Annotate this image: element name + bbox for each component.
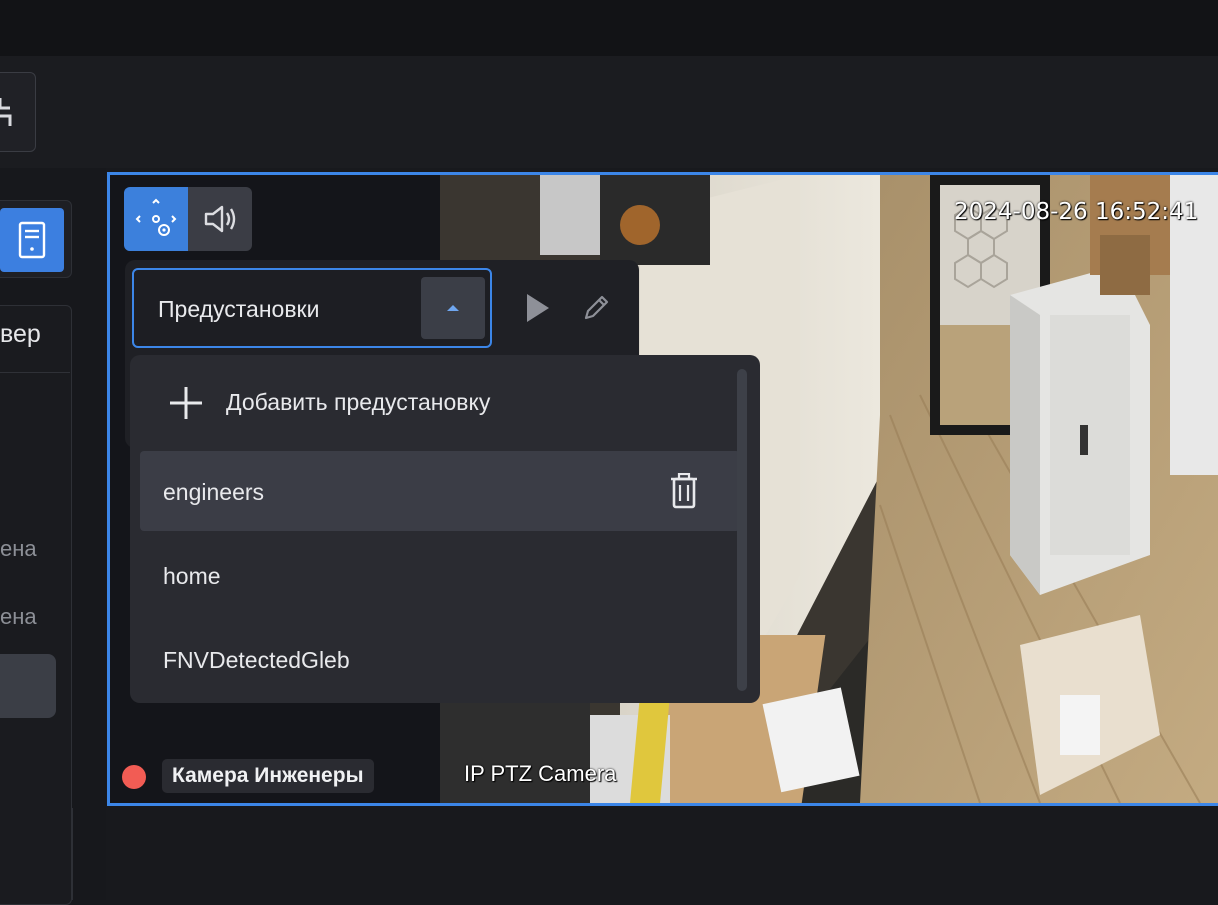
preset-select-label: Предустановки [158, 296, 320, 322]
preset-item[interactable]: FNVDetectedGleb [140, 619, 740, 699]
divider [0, 372, 70, 373]
pencil-icon [584, 295, 609, 320]
sidebar-item[interactable]: ена [0, 536, 37, 562]
chevron-up-icon [447, 305, 459, 311]
toolbar [0, 56, 1218, 168]
preset-item-label: home [163, 563, 221, 589]
delete-preset-button[interactable] [664, 471, 704, 511]
sidebar-item-selected[interactable] [0, 654, 56, 718]
preset-item[interactable]: engineers [140, 451, 740, 531]
video-timestamp: 2024-08-26 16:52:41 [954, 199, 1199, 225]
play-icon [527, 294, 549, 322]
sound-button[interactable] [188, 187, 252, 251]
preset-dropdown-menu: Добавить предустановку engineers home FN… [130, 355, 760, 703]
go-to-preset-button[interactable] [522, 289, 554, 327]
preset-select[interactable]: Предустановки [132, 268, 492, 348]
add-preset-label: Добавить предустановку [226, 389, 491, 415]
server-view-button[interactable] [0, 208, 64, 272]
video-camera-label: IP PTZ Camera [464, 761, 617, 786]
preset-item-label: FNVDetectedGleb [163, 647, 350, 673]
preset-item[interactable]: home [140, 535, 740, 615]
exit-fullscreen-button[interactable] [0, 72, 36, 152]
exit-fullscreen-icon [0, 98, 12, 126]
ptz-control-icon [135, 198, 177, 236]
preset-select-toggle[interactable] [421, 277, 485, 339]
edit-preset-button[interactable] [578, 289, 614, 327]
recording-indicator [122, 765, 146, 789]
add-preset-button[interactable]: Добавить предустановку [130, 355, 760, 451]
sidebar-item[interactable]: ена [0, 604, 37, 630]
ptz-control-button[interactable] [124, 187, 188, 251]
trash-icon [671, 473, 697, 509]
camera-viewer[interactable]: 2024-08-26 16:52:41 IP PTZ Camera Предус… [107, 172, 1218, 806]
plus-icon [170, 387, 202, 419]
server-icon [18, 221, 46, 259]
top-bar [0, 0, 1218, 56]
server-list-header: вер [0, 320, 41, 348]
preset-item-label: engineers [163, 479, 265, 505]
dropdown-scrollbar[interactable] [737, 369, 747, 691]
camera-name-badge: Камера Инженеры [162, 759, 374, 793]
layout-area [107, 808, 1218, 900]
speaker-icon [204, 205, 236, 233]
divider [72, 808, 73, 900]
